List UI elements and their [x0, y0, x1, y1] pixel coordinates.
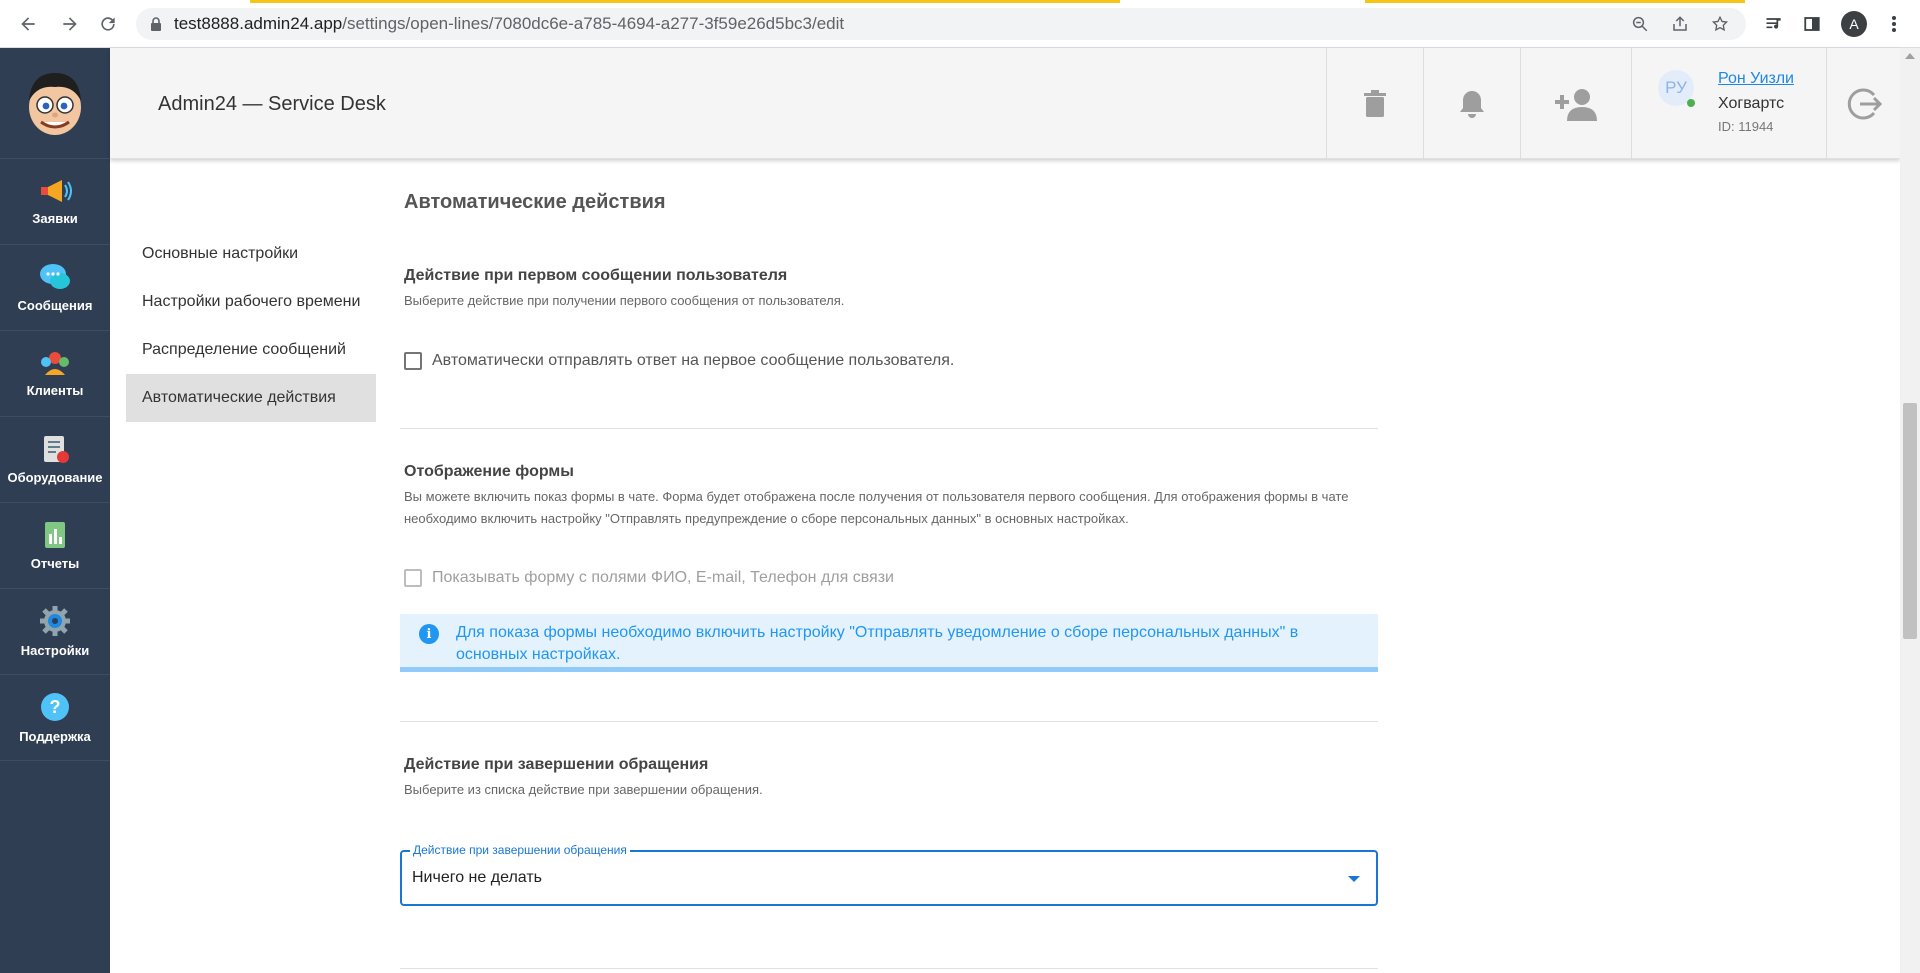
share-button[interactable]	[1664, 8, 1696, 40]
gear-icon	[40, 606, 70, 636]
browser-menu-button[interactable]	[1878, 8, 1910, 40]
help-icon: ?	[41, 693, 69, 721]
arrow-left-icon	[21, 17, 35, 31]
subnav-item-general[interactable]: Основные настройки	[126, 230, 376, 278]
scrollbar-thumb[interactable]	[1903, 403, 1917, 639]
nav-label: Поддержка	[19, 729, 91, 744]
app-header: Admin24 — Service Desk РУ Рон Уизли Хогв…	[110, 48, 1900, 159]
info-icon: i	[419, 624, 439, 644]
tab-strip-accent	[250, 0, 1120, 3]
section-divider	[400, 721, 1378, 722]
auto-reply-checkbox[interactable]	[404, 352, 422, 370]
section-divider	[400, 428, 1378, 429]
chevron-down-icon	[1348, 876, 1360, 882]
nav-support[interactable]: ? Поддержка	[0, 675, 110, 761]
arrow-right-icon	[63, 17, 77, 31]
page-scrollbar[interactable]	[1900, 48, 1920, 973]
online-status-dot	[1687, 99, 1695, 107]
side-panel-button[interactable]	[1796, 8, 1828, 40]
tab-strip-accent	[1365, 0, 1745, 3]
scroll-up-icon[interactable]	[1905, 53, 1915, 59]
user-organization: Хогвартс	[1718, 95, 1785, 112]
nav-label: Настройки	[20, 643, 90, 658]
nav-label: Заявки	[32, 211, 78, 226]
auto-reply-checkbox-row[interactable]: Автоматически отправлять ответ на первое…	[404, 352, 954, 370]
add-user-button[interactable]	[1520, 48, 1631, 159]
nav-clients[interactable]: Клиенты	[0, 331, 110, 417]
url-text: test8888.admin24.app/settings/open-lines…	[174, 14, 845, 33]
star-icon	[1711, 15, 1729, 32]
browser-toolbar: test8888.admin24.app/settings/open-lines…	[0, 0, 1920, 48]
auto-reply-checkbox-label: Автоматически отправлять ответ на первое…	[432, 352, 955, 369]
subnav-item-auto-actions[interactable]: Автоматические действия	[126, 374, 376, 422]
kebab-menu-icon	[1892, 16, 1896, 32]
completion-action-select[interactable]: Действие при завершении обращения Ничего…	[400, 843, 1378, 906]
nav-label: Клиенты	[26, 383, 84, 398]
trash-icon	[1363, 89, 1386, 117]
nav-messages[interactable]: Сообщения	[0, 245, 110, 331]
notifications-button[interactable]	[1423, 48, 1519, 159]
section-divider	[400, 968, 1378, 969]
user-id: ID: 11944	[1718, 119, 1774, 134]
side-panel-icon	[1804, 17, 1820, 31]
profile-button[interactable]: A	[1838, 8, 1870, 40]
chat-bubbles-icon	[40, 264, 70, 289]
profile-avatar: A	[1841, 11, 1867, 37]
subnav-item-message-distribution[interactable]: Распределение сообщений	[126, 326, 376, 374]
page-title: Автоматические действия	[404, 191, 666, 213]
show-form-checkbox-label: Показывать форму с полями ФИО, E-mail, Т…	[432, 569, 894, 586]
nav-settings[interactable]: Настройки	[0, 589, 110, 675]
settings-subnav: Основные настройки Настройки рабочего вр…	[126, 230, 376, 422]
completion-title: Действие при завершении обращения	[404, 756, 709, 773]
nav-requests[interactable]: Заявки	[0, 159, 110, 245]
app-sidebar: Заявки Сообщения Клиенты Оборудование От…	[0, 48, 110, 973]
page-header-title: Admin24 — Service Desk	[158, 93, 386, 115]
playlist-icon	[1766, 18, 1781, 29]
zoom-button[interactable]	[1624, 8, 1656, 40]
nav-label: Отчеты	[30, 556, 80, 571]
form-display-description: Вы можете включить показ формы в чате. Ф…	[404, 489, 1349, 526]
logout-icon	[1847, 88, 1882, 119]
reports-icon	[45, 522, 65, 548]
info-alert-text: Для показа формы необходимо включить нас…	[456, 624, 1299, 663]
completion-description: Выберите из списка действие при завершен…	[404, 782, 763, 797]
mascot-logo-icon	[29, 73, 81, 135]
app-logo[interactable]	[0, 48, 110, 159]
back-button[interactable]	[12, 8, 44, 40]
address-bar[interactable]: test8888.admin24.app/settings/open-lines…	[136, 8, 1746, 40]
trash-button[interactable]	[1326, 48, 1422, 159]
equipment-icon	[44, 436, 69, 463]
nav-label: Оборудование	[7, 470, 103, 485]
select-label: Действие при завершении обращения	[410, 843, 630, 857]
bell-icon	[1459, 90, 1484, 118]
show-form-checkbox[interactable]	[404, 569, 422, 587]
subnav-item-working-hours[interactable]: Настройки рабочего времени	[126, 278, 376, 326]
user-profile: РУ Рон Уизли Хогвартс ID: 11944	[1631, 48, 1826, 159]
first-message-description: Выберите действие при получении первого …	[404, 293, 845, 308]
form-display-title: Отображение формы	[404, 463, 574, 480]
nav-label: Сообщения	[17, 298, 93, 313]
zoom-out-icon	[1632, 16, 1648, 32]
forward-button[interactable]	[54, 8, 86, 40]
logout-button[interactable]	[1826, 48, 1900, 159]
share-icon	[1673, 16, 1687, 31]
reload-button[interactable]	[92, 8, 124, 40]
megaphone-icon	[41, 180, 72, 202]
svg-text:?: ?	[50, 697, 61, 717]
clients-icon	[41, 352, 69, 375]
nav-equipment[interactable]: Оборудование	[0, 417, 110, 503]
reload-icon	[101, 17, 115, 31]
show-form-checkbox-row[interactable]: Показывать форму с полями ФИО, E-mail, Т…	[404, 569, 894, 587]
lock-icon	[151, 17, 161, 31]
media-control-button[interactable]	[1758, 8, 1790, 40]
bookmark-button[interactable]	[1704, 8, 1736, 40]
info-alert: i Для показа формы необходимо включить н…	[400, 614, 1378, 672]
add-user-icon	[1555, 88, 1597, 121]
nav-reports[interactable]: Отчеты	[0, 503, 110, 589]
user-name-link[interactable]: Рон Уизли	[1718, 70, 1794, 88]
select-value: Ничего не делать	[412, 869, 542, 886]
first-message-title: Действие при первом сообщении пользовате…	[404, 267, 788, 284]
